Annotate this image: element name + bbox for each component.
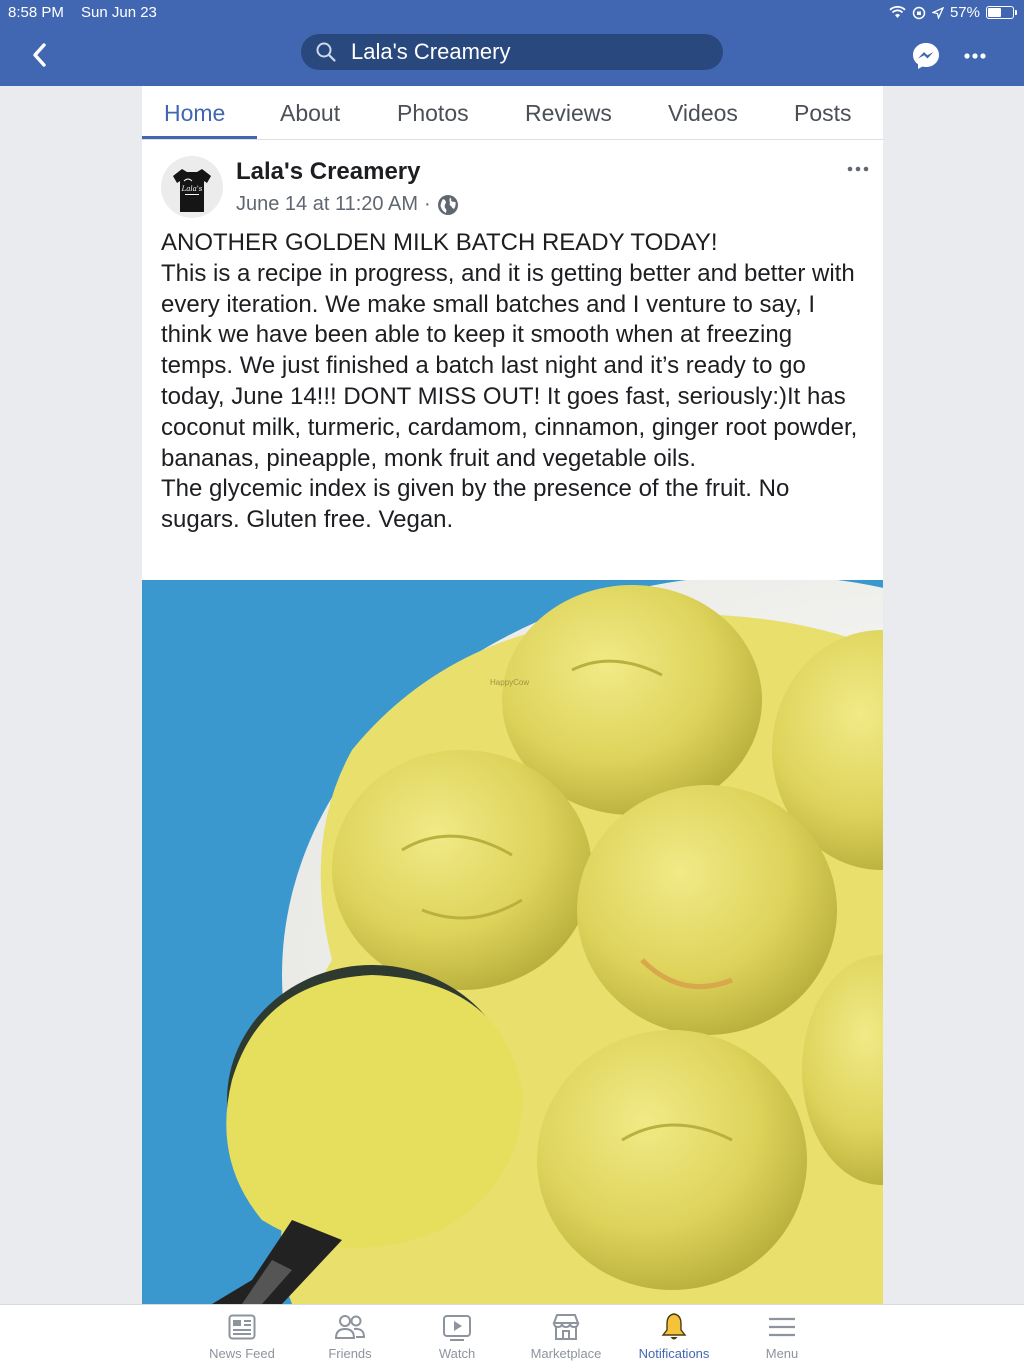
- page-card: Home About Photos Reviews Videos Posts L…: [142, 86, 883, 1304]
- bell-icon: [661, 1313, 687, 1340]
- tab-reviews[interactable]: Reviews: [525, 100, 612, 127]
- more-dots-icon[interactable]: [960, 46, 990, 66]
- nav-label: News Feed: [209, 1346, 275, 1361]
- search-input[interactable]: Lala's Creamery: [301, 34, 723, 70]
- status-right: 57%: [889, 4, 1017, 21]
- post-paragraph: This is a recipe in progress, and it is …: [161, 259, 858, 472]
- avatar[interactable]: Lala's: [161, 156, 223, 218]
- photo-watermark: HappyCow: [490, 678, 529, 687]
- wifi-icon: [889, 6, 906, 18]
- status-bar: 8:58 PM Sun Jun 23 57%: [0, 4, 1024, 22]
- back-chevron-icon[interactable]: [26, 38, 54, 72]
- post-options-icon[interactable]: [842, 162, 874, 176]
- marketplace-icon: [552, 1314, 580, 1340]
- globe-icon: [437, 194, 458, 215]
- nav-news-feed[interactable]: News Feed: [187, 1311, 297, 1361]
- nav-notifications[interactable]: Notifications: [619, 1311, 729, 1361]
- tab-posts[interactable]: Posts: [794, 100, 852, 127]
- nav-marketplace[interactable]: Marketplace: [511, 1311, 621, 1361]
- page-tabs: Home About Photos Reviews Videos Posts: [142, 86, 883, 140]
- meta-separator: ·: [423, 193, 431, 215]
- search-icon: [316, 42, 336, 62]
- tab-videos[interactable]: Videos: [668, 100, 738, 127]
- location-icon: [931, 6, 944, 19]
- post-timestamp[interactable]: June 14 at 11:20 AM: [236, 193, 418, 216]
- top-bar: 8:58 PM Sun Jun 23 57% Lala's Creamery: [0, 0, 1024, 86]
- nav-label: Watch: [438, 1346, 476, 1361]
- post-paragraph: ANOTHER GOLDEN MILK BATCH READY TODAY!: [161, 229, 718, 256]
- battery-icon: [986, 6, 1017, 19]
- post-paragraph: The glycemic index is given by the prese…: [161, 475, 790, 534]
- bottom-nav: News Feed Friends Watch Marketplace Noti…: [0, 1304, 1024, 1365]
- nav-label: Notifications: [638, 1346, 710, 1361]
- messenger-icon[interactable]: [910, 40, 942, 72]
- nav-menu[interactable]: Menu: [727, 1311, 837, 1361]
- post-page-name[interactable]: Lala's Creamery: [236, 158, 421, 186]
- nav-label: Friends: [328, 1346, 372, 1361]
- battery-fill: [988, 8, 1001, 17]
- friends-icon: [334, 1315, 366, 1339]
- orientation-lock-icon: [912, 6, 926, 19]
- battery-percent: 57%: [949, 4, 980, 21]
- active-tab-indicator: [142, 136, 257, 139]
- status-date: Sun Jun 23: [81, 4, 157, 21]
- nav-label: Marketplace: [530, 1346, 602, 1361]
- tab-home[interactable]: Home: [164, 100, 225, 127]
- nav-label: Menu: [765, 1346, 799, 1361]
- search-query: Lala's Creamery: [351, 39, 511, 64]
- avatar-logo-text: Lala's: [181, 185, 203, 193]
- post-meta: June 14 at 11:20 AM ·: [236, 193, 459, 216]
- menu-icon: [769, 1317, 795, 1337]
- news-feed-icon: [228, 1314, 256, 1340]
- watch-icon: [443, 1315, 471, 1341]
- status-time: 8:58 PM: [8, 4, 64, 21]
- tab-about[interactable]: About: [280, 100, 340, 127]
- nav-friends[interactable]: Friends: [295, 1311, 405, 1361]
- tab-photos[interactable]: Photos: [397, 100, 469, 127]
- nav-watch[interactable]: Watch: [402, 1311, 512, 1361]
- post-photo[interactable]: HappyCow: [142, 580, 883, 1304]
- post-text: ANOTHER GOLDEN MILK BATCH READY TODAY! T…: [161, 228, 861, 536]
